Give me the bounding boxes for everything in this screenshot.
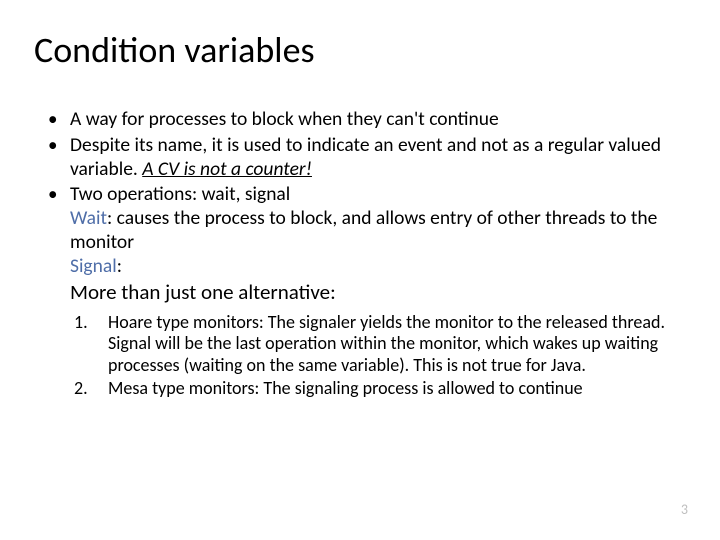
page-number: 3 <box>681 501 688 518</box>
numbered-list: 1. Hoare type monitors: The signaler yie… <box>38 312 682 399</box>
item-number: 1. <box>74 312 88 333</box>
numbered-item: 1. Hoare type monitors: The signaler yie… <box>108 312 682 376</box>
not-java-text: not true for Java <box>462 354 581 376</box>
bullet-text: Two operations: wait, signal <box>70 182 290 206</box>
emphasis-text: A CV is not a counter! <box>142 157 312 181</box>
wait-text: : causes the process to block, and allow… <box>70 206 657 254</box>
signal-colon: : <box>117 254 122 278</box>
bullet-text: A way for processes to block when they c… <box>70 107 499 131</box>
numbered-item: 2. Mesa type monitors: The signaling pro… <box>108 378 682 399</box>
item-text-tail: . <box>581 354 586 376</box>
bullet-item: Despite its name, it is used to indicate… <box>70 134 682 182</box>
bullet-item: Two operations: wait, signal Wait: cause… <box>70 183 682 306</box>
item-text: Mesa type monitors: The signaling proces… <box>108 377 583 399</box>
slide-title: Condition variables <box>34 28 682 72</box>
item-number: 2. <box>74 378 88 399</box>
signal-term: Signal <box>70 254 117 278</box>
more-text: More than just one alternative: <box>70 280 682 306</box>
bullet-list: A way for processes to block when they c… <box>38 108 682 306</box>
wait-term: Wait <box>70 206 107 230</box>
bullet-item: A way for processes to block when they c… <box>70 108 682 132</box>
